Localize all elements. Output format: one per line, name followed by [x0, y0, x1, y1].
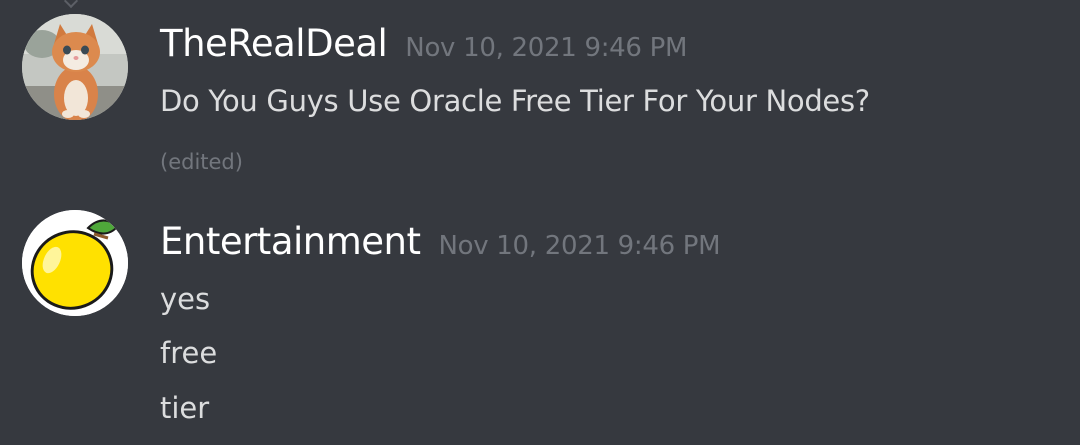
chat-message: TheRealDeal Nov 10, 2021 9:46 PM Do You …	[0, 0, 1080, 190]
kitten-avatar-icon	[22, 14, 128, 120]
timestamp[interactable]: Nov 10, 2021 9:46 PM	[405, 33, 687, 63]
message-line: tier	[160, 391, 210, 425]
timestamp[interactable]: Nov 10, 2021 9:46 PM	[439, 231, 721, 261]
edited-label: (edited)	[160, 150, 243, 174]
message-line: yes	[160, 282, 211, 316]
chat-message: Entertainment Nov 10, 2021 9:46 PM yes f…	[0, 196, 1080, 445]
message-content: Do You Guys Use Oracle Free Tier For You…	[160, 84, 870, 118]
username[interactable]: TheRealDeal	[160, 22, 388, 65]
message-header: TheRealDeal Nov 10, 2021 9:46 PM	[160, 22, 687, 65]
username[interactable]: Entertainment	[160, 220, 421, 263]
avatar[interactable]	[22, 210, 128, 316]
message-header: Entertainment Nov 10, 2021 9:46 PM	[160, 220, 721, 263]
chat-message-list: TheRealDeal Nov 10, 2021 9:46 PM Do You …	[0, 0, 1080, 445]
message-line: free	[160, 336, 218, 370]
avatar[interactable]	[22, 14, 128, 120]
lemon-avatar-icon	[22, 210, 128, 316]
